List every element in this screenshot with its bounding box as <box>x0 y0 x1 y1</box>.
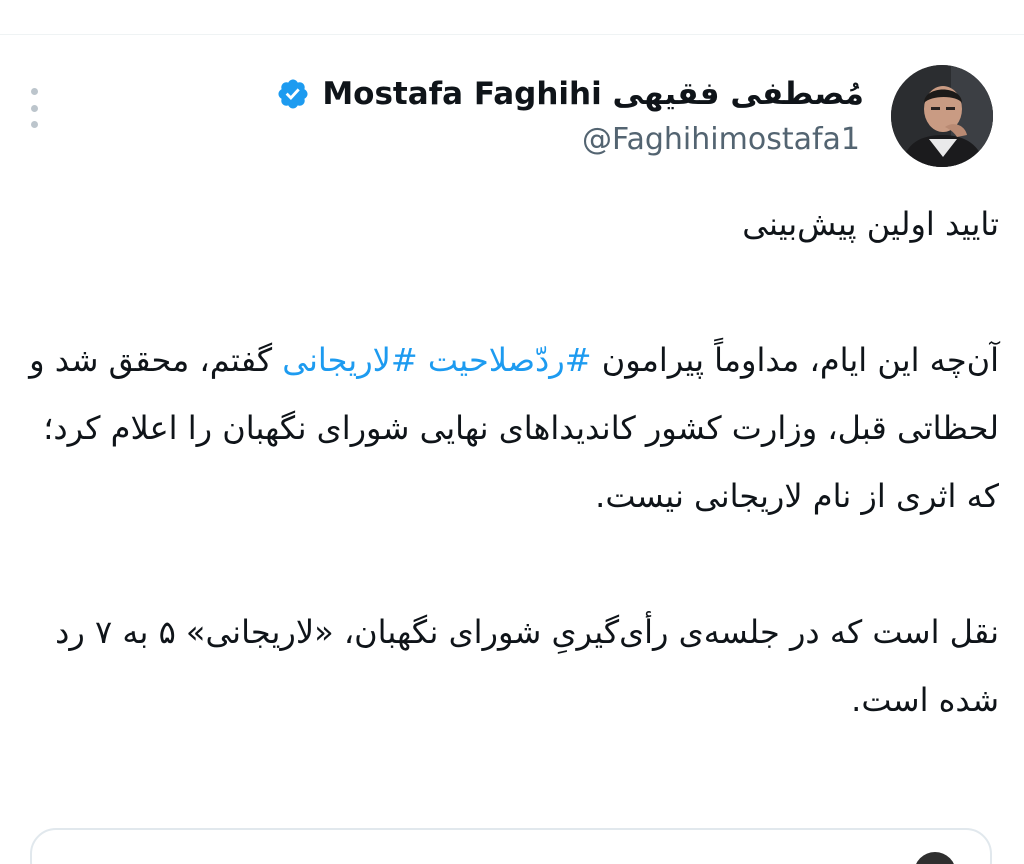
profile-photo-icon <box>891 65 993 167</box>
tweet-text-segment <box>418 341 428 379</box>
more-dot-icon <box>30 104 38 112</box>
tweet-text: تایید اولین پیش‌بینی آن‌چه این ایام، مداو… <box>14 190 999 734</box>
quoted-tweet-card[interactable] <box>30 828 992 864</box>
top-divider <box>0 34 1024 35</box>
avatar[interactable] <box>891 65 993 167</box>
hashtag-link[interactable]: #ردّصلاحیت <box>428 341 592 379</box>
hashtag-link[interactable]: #لاریجانی <box>282 341 417 379</box>
tweet-paragraph: تایید اولین پیش‌بینی <box>14 190 999 258</box>
tweet-screenshot: Mostafa Faghihi مُصطفی فقیهی @Faghihimos… <box>0 0 1024 864</box>
author-handle[interactable]: @Faghihimostafa1 <box>582 118 860 162</box>
tweet-text-segment: تایید اولین پیش‌بینی <box>742 205 999 243</box>
verified-badge-icon <box>278 79 308 109</box>
more-dot-icon <box>30 88 38 95</box>
tweet-paragraph: آن‌چه این ایام، مداوماً پیرامون #ردّصلاح… <box>14 326 999 530</box>
tweet-paragraph: نقل است که در جلسه‌ی رأی‌گیریِ شورای نگه… <box>14 598 999 734</box>
author-display-name[interactable]: Mostafa Faghihi مُصطفی فقیهی <box>322 76 864 112</box>
more-dot-icon <box>30 121 38 128</box>
author-name-row[interactable]: Mostafa Faghihi مُصطفی فقیهی <box>276 68 864 120</box>
more-options-button[interactable] <box>22 88 46 128</box>
tweet-text-segment: نقل است که در جلسه‌ی رأی‌گیریِ شورای نگه… <box>55 613 999 719</box>
tweet-text-segment: آن‌چه این ایام، مداوماً پیرامون <box>591 341 999 379</box>
quoted-avatar <box>914 852 956 864</box>
